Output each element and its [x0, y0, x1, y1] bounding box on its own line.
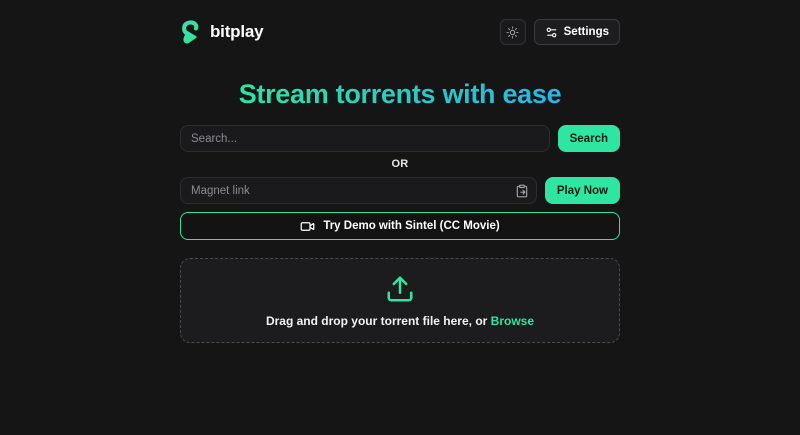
magnet-input-wrap [180, 177, 537, 204]
main-container: bitplay Settings [180, 16, 620, 343]
search-button[interactable]: Search [558, 125, 620, 152]
dropzone-instruction: Drag and drop your torrent file here, or [266, 314, 487, 328]
clipboard-paste-icon [515, 184, 529, 198]
sun-icon [506, 26, 519, 39]
header-actions: Settings [500, 19, 620, 45]
page-title: Stream torrents with ease [180, 78, 620, 110]
video-icon [300, 219, 315, 234]
upload-icon [385, 274, 415, 304]
theme-toggle-button[interactable] [500, 19, 526, 45]
demo-button[interactable]: Try Demo with Sintel (CC Movie) [180, 212, 620, 240]
paste-button[interactable] [515, 184, 529, 198]
torrent-dropzone[interactable]: Drag and drop your torrent file here, or… [180, 258, 620, 343]
settings-button[interactable]: Settings [534, 19, 620, 45]
search-input[interactable] [180, 125, 550, 152]
play-now-button[interactable]: Play Now [545, 177, 620, 204]
settings-label: Settings [564, 26, 609, 38]
dropzone-text: Drag and drop your torrent file here, or… [266, 314, 534, 328]
browse-link[interactable]: Browse [491, 314, 534, 328]
brand-name: bitplay [210, 22, 263, 42]
bitplay-logo-icon [180, 18, 203, 47]
sliders-icon [545, 26, 558, 39]
demo-button-label: Try Demo with Sintel (CC Movie) [323, 220, 499, 232]
search-row: Search [180, 125, 620, 152]
magnet-link-input[interactable] [180, 177, 537, 204]
brand[interactable]: bitplay [180, 18, 263, 47]
or-divider: OR [180, 158, 620, 171]
magnet-row: Play Now [180, 177, 620, 204]
header: bitplay Settings [180, 16, 620, 48]
